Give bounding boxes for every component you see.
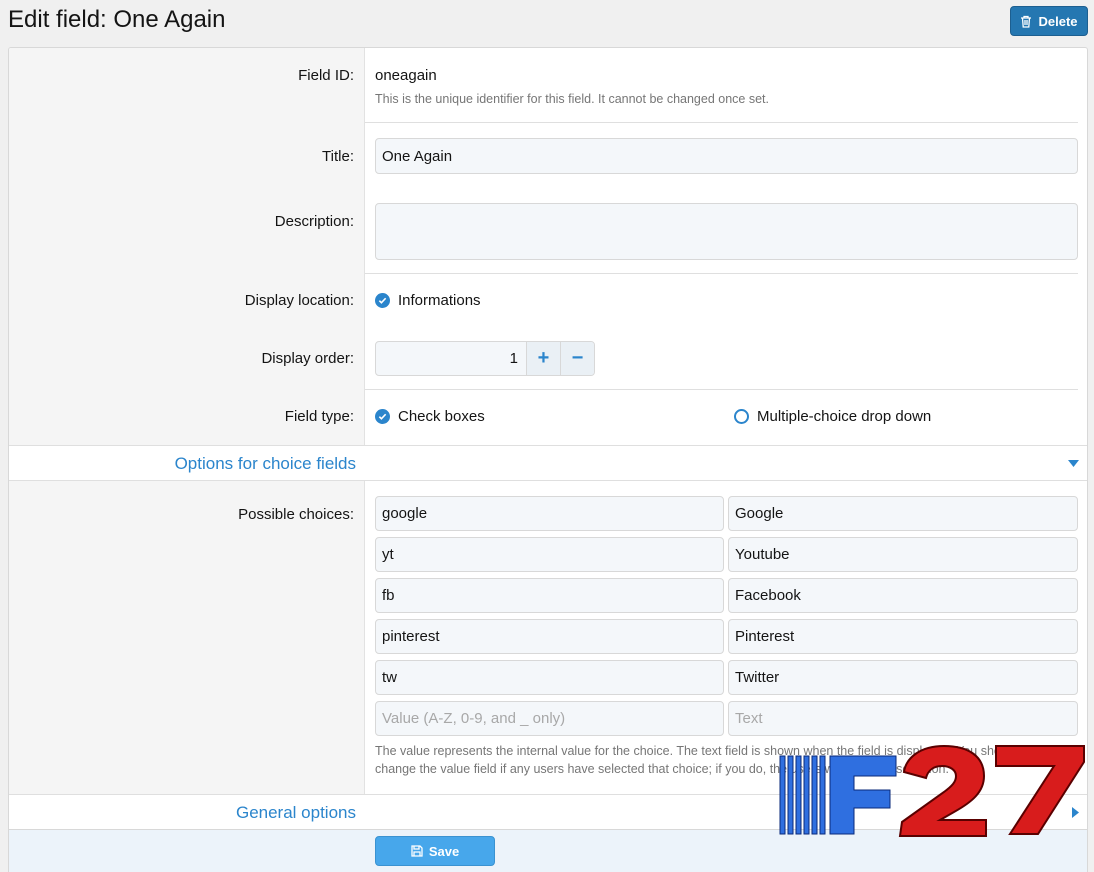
trash-icon <box>1021 15 1032 28</box>
display-order-label: Display order: <box>261 350 354 367</box>
page-header: Edit field: One Again Delete <box>0 0 1094 44</box>
page-title: Edit field: One Again <box>8 6 226 33</box>
delete-button[interactable]: Delete <box>1010 6 1088 36</box>
field-id-value: oneagain <box>375 67 437 84</box>
choice-value-input[interactable] <box>375 537 724 572</box>
chevron-down-icon <box>1068 460 1079 467</box>
display-location-label: Display location: <box>244 292 354 309</box>
possible-choices-label: Possible choices: <box>238 506 354 523</box>
divider <box>365 122 1078 123</box>
choice-value-input[interactable] <box>375 619 724 654</box>
field-type-dropdown-radio[interactable]: Multiple-choice drop down <box>734 408 931 425</box>
field-id-label: Field ID: <box>298 67 354 84</box>
save-icon <box>411 845 423 857</box>
field-type-label: Field type: <box>284 408 354 425</box>
divider <box>365 273 1078 274</box>
display-location-option: Informations <box>398 292 481 309</box>
title-label: Title: <box>322 148 354 165</box>
new-choice-text-input[interactable] <box>728 701 1078 736</box>
field-type-option-label: Check boxes <box>398 408 485 425</box>
radio-checked-icon <box>375 409 390 424</box>
choice-text-input[interactable] <box>728 537 1078 572</box>
description-textarea[interactable] <box>375 203 1078 260</box>
radio-unchecked-icon <box>734 409 749 424</box>
checkmark-icon <box>375 293 390 308</box>
description-label: Description: <box>274 213 354 230</box>
choice-value-input[interactable] <box>375 496 724 531</box>
label-column-choices <box>9 481 365 794</box>
title-input[interactable] <box>375 138 1078 174</box>
choice-options-section-header[interactable]: Options for choice fields <box>9 445 1087 481</box>
label-column <box>9 48 365 445</box>
field-type-checkboxes-radio[interactable]: Check boxes <box>375 408 485 425</box>
save-label: Save <box>428 843 460 859</box>
new-choice-value-input[interactable] <box>375 701 724 736</box>
choice-text-input[interactable] <box>728 660 1078 695</box>
delete-label: Delete <box>1038 13 1078 29</box>
increment-button[interactable]: + <box>526 342 560 375</box>
display-location-checkbox[interactable]: Informations <box>375 292 481 309</box>
choice-text-input[interactable] <box>728 619 1078 654</box>
display-order-value[interactable]: 1 <box>376 342 526 375</box>
choice-text-input[interactable] <box>728 578 1078 613</box>
general-options-section-title: General options <box>235 803 356 822</box>
choice-text-input[interactable] <box>728 496 1078 531</box>
choice-options-section-title: Options for choice fields <box>174 454 356 473</box>
f27-watermark-logo <box>779 744 1085 837</box>
save-button[interactable]: Save <box>375 836 495 866</box>
choice-value-input[interactable] <box>375 660 724 695</box>
decrement-button[interactable]: − <box>560 342 594 375</box>
display-order-stepper: 1 + − <box>375 341 595 376</box>
field-id-hint: This is the unique identifier for this f… <box>375 92 769 106</box>
divider <box>365 389 1078 390</box>
field-type-option-label: Multiple-choice drop down <box>757 408 932 425</box>
choice-value-input[interactable] <box>375 578 724 613</box>
